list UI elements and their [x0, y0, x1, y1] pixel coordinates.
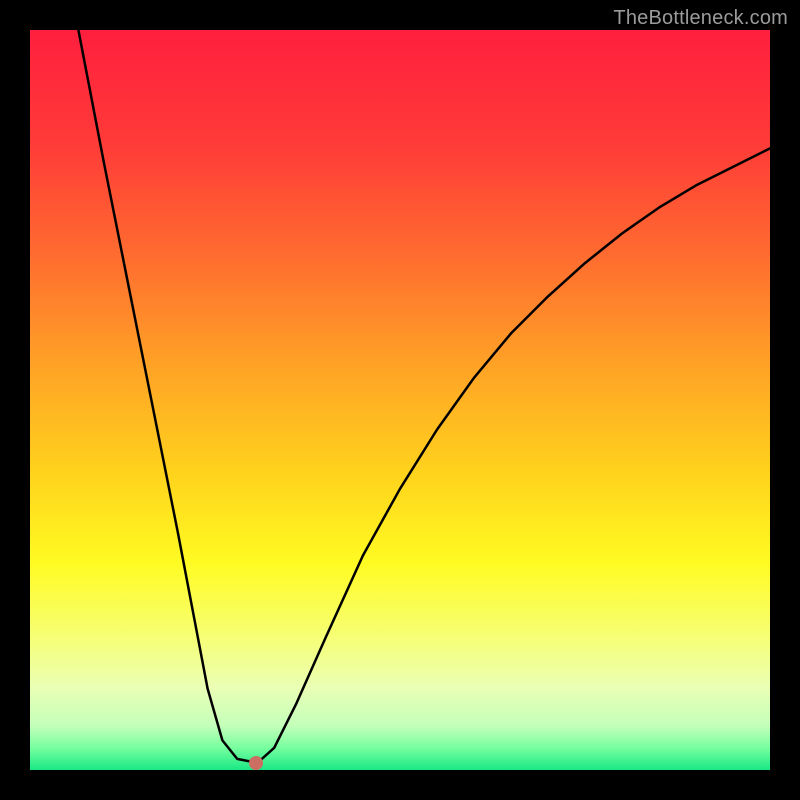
- chart-container: TheBottleneck.com: [0, 0, 800, 800]
- plot-area: [30, 30, 770, 770]
- bottleneck-curve: [30, 30, 770, 770]
- watermark-text: TheBottleneck.com: [613, 7, 788, 30]
- optimal-point-marker: [249, 756, 263, 770]
